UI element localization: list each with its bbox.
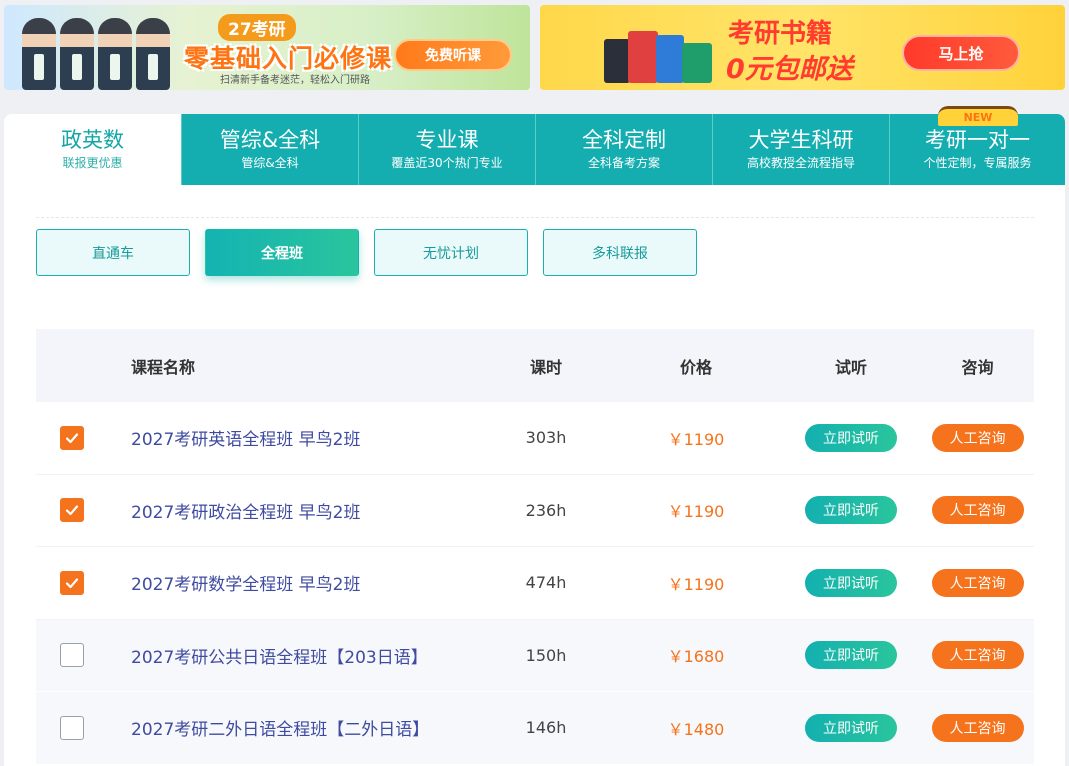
tab-student-research[interactable]: 大学生科研 高校教授全流程指导	[712, 114, 889, 185]
table-row: 2027考研公共日语全程班【203日语】 150h ￥1680 立即试听 人工咨…	[36, 619, 1034, 692]
course-name-link[interactable]: 2027考研英语全程班 早鸟2班	[131, 430, 360, 450]
trial-button[interactable]: 立即试听	[805, 713, 897, 742]
course-name-link[interactable]: 2027考研数学全程班 早鸟2班	[131, 575, 360, 595]
course-price: ￥1480	[667, 719, 725, 739]
row-checkbox[interactable]	[60, 715, 84, 740]
subtab-express[interactable]: 直通车	[36, 229, 190, 276]
tab-custom-plan[interactable]: 全科定制 全科备考方案	[535, 114, 712, 185]
trial-button[interactable]: 立即试听	[805, 641, 897, 670]
tab-subtitle: 高校教授全流程指导	[746, 156, 855, 170]
grab-now-button[interactable]: 马上抢	[902, 35, 1020, 71]
header-course-name: 课程名称	[131, 357, 196, 377]
tab-title: 全科定制	[582, 128, 666, 152]
banner-headline-2: 0元包邮送	[726, 54, 853, 85]
header-trial: 试听	[834, 357, 867, 377]
free-listen-button[interactable]: 免费听课	[394, 39, 512, 71]
tab-subtitle: 管综&全科	[241, 156, 299, 170]
consult-button[interactable]: 人工咨询	[931, 641, 1024, 670]
banner-zero-basics[interactable]: 27考研 零基础入门必修课 扫清新手备考迷茫，轻松入门研路 免费听课	[4, 5, 530, 90]
row-checkbox[interactable]	[60, 643, 84, 668]
table-row: 2027考研英语全程班 早鸟2班 303h ￥1190 立即试听 人工咨询	[36, 402, 1034, 475]
header-price: 价格	[679, 357, 712, 377]
consult-button[interactable]: 人工咨询	[931, 568, 1024, 597]
course-card: 政英数 联报更优惠 管综&全科 管综&全科 专业课 覆盖近30个热门专业 全科定…	[4, 106, 1065, 766]
row-checkbox[interactable]	[60, 498, 84, 523]
teachers-photo	[22, 18, 170, 90]
subtab-full-course[interactable]: 全程班	[205, 229, 359, 276]
category-tabs: 政英数 联报更优惠 管综&全科 管综&全科 专业课 覆盖近30个热门专业 全科定…	[4, 106, 1065, 185]
tab-title: 政英数	[61, 128, 124, 152]
banner-subline: 扫清新手备考迷茫，轻松入门研路	[220, 75, 370, 86]
row-checkbox[interactable]	[60, 425, 84, 450]
subtab-multi-subject[interactable]: 多科联报	[543, 229, 697, 276]
banner-headline-1: 考研书籍	[728, 19, 833, 49]
course-hours: 474h	[525, 573, 567, 593]
banner-free-books[interactable]: 考研书籍 0元包邮送 马上抢	[540, 5, 1065, 90]
tab-title: 管综&全科	[219, 128, 321, 152]
table-row: 2027考研数学全程班 早鸟2班 474h ￥1190 立即试听 人工咨询	[36, 547, 1034, 620]
tab-subtitle: 全科备考方案	[587, 156, 660, 170]
tab-one-on-one[interactable]: NEW 考研一对一 个性定制，专属服务	[889, 106, 1065, 185]
row-checkbox[interactable]	[60, 570, 84, 595]
consult-button[interactable]: 人工咨询	[931, 496, 1024, 525]
course-price: ￥1190	[667, 429, 725, 449]
banner-badge: 27考研	[218, 14, 296, 41]
banner-headline: 零基础入门必修课	[184, 44, 393, 73]
books-image	[598, 19, 718, 83]
tab-management-all[interactable]: 管综&全科 管综&全科	[181, 114, 358, 185]
table-row: 2027考研政治全程班 早鸟2班 236h ￥1190 立即试听 人工咨询	[36, 475, 1034, 547]
course-hours: 150h	[525, 645, 567, 665]
course-price: ￥1190	[667, 502, 725, 522]
tab-subtitle: 联报更优惠	[62, 156, 123, 170]
class-type-tabs: 直通车 全程班 无忧计划 多科联报	[36, 229, 697, 276]
course-hours: 303h	[525, 428, 567, 448]
tab-title: 大学生科研	[748, 128, 854, 152]
trial-button[interactable]: 立即试听	[805, 496, 897, 525]
tab-subtitle: 覆盖近30个热门专业	[391, 156, 503, 170]
tab-title: 专业课	[415, 128, 479, 152]
tab-title: 考研一对一	[925, 128, 1030, 152]
course-hours: 236h	[525, 500, 567, 520]
course-hours: 146h	[525, 718, 567, 738]
subtab-worry-free[interactable]: 无忧计划	[374, 229, 528, 276]
header-hours: 课时	[529, 357, 562, 377]
new-badge: NEW	[938, 106, 1018, 126]
table-row: 2027考研二外日语全程班【二外日语】 146h ￥1480 立即试听 人工咨询	[36, 692, 1034, 765]
table-header: 课程名称 课时 价格 试听 咨询	[36, 329, 1034, 402]
course-name-link[interactable]: 2027考研二外日语全程班【二外日语】	[131, 720, 429, 740]
trial-button[interactable]: 立即试听	[805, 568, 897, 597]
course-name-link[interactable]: 2027考研公共日语全程班【203日语】	[131, 648, 428, 668]
header-consult: 咨询	[961, 357, 994, 377]
course-price: ￥1680	[667, 647, 725, 667]
trial-button[interactable]: 立即试听	[805, 423, 897, 452]
consult-button[interactable]: 人工咨询	[931, 423, 1024, 452]
tab-politics-english-math[interactable]: 政英数 联报更优惠	[4, 114, 181, 185]
course-name-link[interactable]: 2027考研政治全程班 早鸟2班	[131, 503, 360, 523]
course-table: 课程名称 课时 价格 试听 咨询 2027考研英语全程班 早鸟2班 303h ￥…	[36, 329, 1034, 765]
consult-button[interactable]: 人工咨询	[931, 713, 1024, 742]
divider	[36, 217, 1034, 218]
tab-subtitle: 个性定制，专属服务	[923, 156, 1032, 170]
course-price: ￥1190	[667, 574, 725, 594]
tab-major-courses[interactable]: 专业课 覆盖近30个热门专业	[358, 114, 535, 185]
